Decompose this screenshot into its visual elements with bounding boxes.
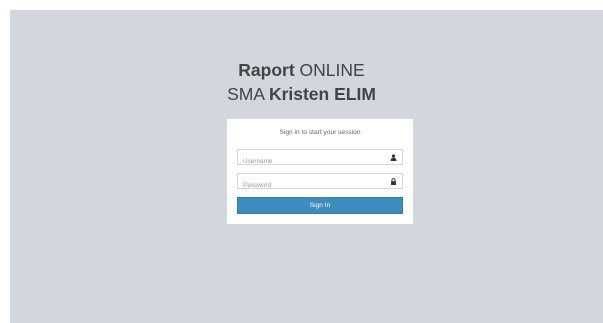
app-logo: Raport ONLINE SMA Kristen ELIM [0,58,603,106]
logo-line-1: Raport ONLINE [0,58,603,82]
username-input[interactable] [238,154,402,169]
logo-school-name: Kristen ELIM [268,84,376,104]
login-box-message: Sign in to start your session [279,129,361,136]
lock-icon [391,178,396,185]
logo-online: ONLINE [299,60,365,80]
signin-button[interactable]: Sign In [237,197,403,214]
logo-line-2: SMA Kristen ELIM [0,82,603,106]
logo-school-prefix: SMA [227,84,265,104]
logo-raport: Raport [238,60,295,80]
password-field[interactable] [237,173,403,193]
password-input[interactable] [238,178,402,193]
user-icon [390,154,397,161]
username-field[interactable] [237,149,403,169]
